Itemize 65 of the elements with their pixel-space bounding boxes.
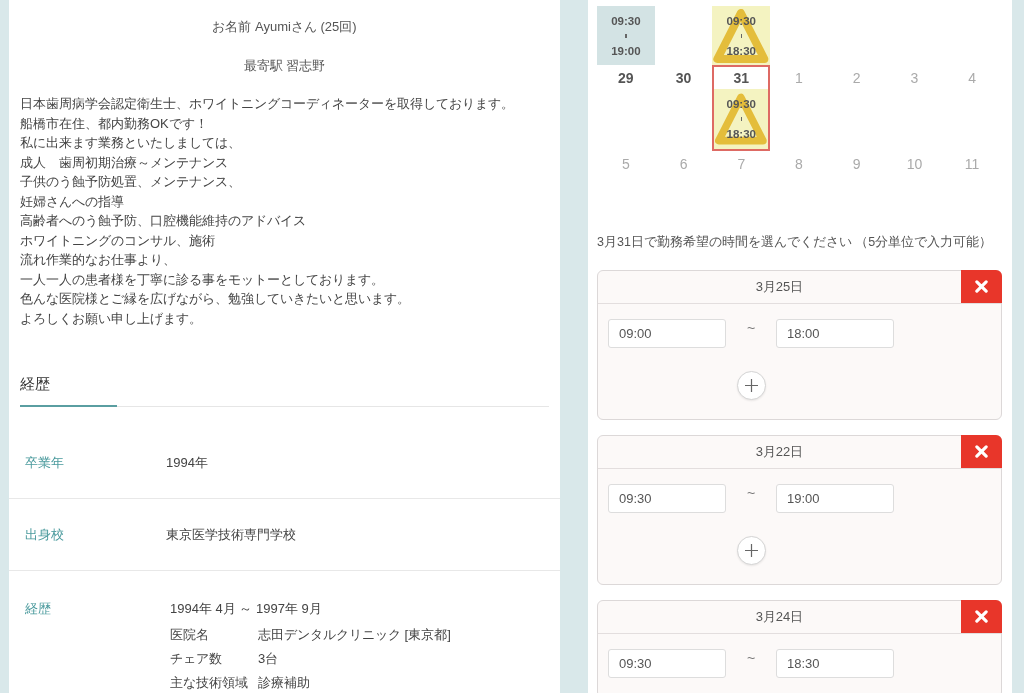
calendar-day[interactable]: 30 <box>654 65 713 151</box>
bio-line: 日本歯周病学会認定衛生士、ホワイトニングコーディネーターを取得しております。 <box>20 95 515 113</box>
career-value: 志田デンタルクリニック [東京都] <box>258 627 451 642</box>
range-separator: ~ <box>745 319 757 338</box>
delete-button[interactable] <box>961 435 1002 468</box>
bio-line: よろしくお願い申し上げます。 <box>20 309 203 328</box>
nearest-station: 最寄駅 習志野 <box>242 57 327 75</box>
bio-line: 私に出来ます業務といたしましては、 <box>20 134 242 152</box>
bio-line: 色んな医院様とご縁を広げながら、勉強していきたいと思います。 <box>20 290 411 308</box>
career-period: 1994年 4月 ～ 1997年 9月 <box>170 600 323 618</box>
day-number: 1 <box>794 69 804 88</box>
time-input[interactable]: 18:00 <box>776 319 894 348</box>
day-number: 29 <box>617 69 635 88</box>
section-tab[interactable]: 経歴 <box>20 373 117 407</box>
detail-label: 出身校 <box>24 525 65 544</box>
career-key: 医院名 <box>170 623 258 647</box>
detail-label: 経歴 <box>24 600 52 618</box>
career-value: 3台 <box>258 651 279 666</box>
calendar-day[interactable]: 29 <box>597 65 655 151</box>
slot-time: 09:30 <box>611 13 641 28</box>
time-input[interactable]: 09:00 <box>608 319 726 348</box>
triangle-icon <box>715 92 768 146</box>
career-value: 診療補助 <box>258 675 310 690</box>
bio-line: 流れ作業的なお仕事より、 <box>20 251 177 269</box>
delete-button[interactable] <box>961 270 1002 303</box>
bio-line: ホワイトニングのコンサル、施術 <box>20 231 216 250</box>
time-input[interactable]: 19:00 <box>776 484 894 513</box>
bio-line: 成人 歯周初期治療～メンテナンス <box>20 153 229 172</box>
plus-icon <box>745 544 758 557</box>
add-time-button[interactable] <box>737 536 766 565</box>
delete-button[interactable] <box>961 600 1002 633</box>
plus-icon <box>745 379 758 392</box>
time-input[interactable]: 09:30 <box>608 649 726 678</box>
day-number: 31 <box>732 69 751 88</box>
detail-label: 卒業年 <box>24 453 65 472</box>
career-key: チェア数 <box>170 647 258 671</box>
day-number: 30 <box>674 69 693 88</box>
range-separator: ~ <box>745 649 757 668</box>
bio-line: 子供のう蝕予防処置、メンテナンス、 <box>20 173 242 191</box>
detail-value: 東京医学技術専門学校 <box>166 525 296 544</box>
triangle-icon <box>713 9 770 63</box>
slot-time: 18:30 <box>726 43 756 58</box>
range-separator: ~ <box>745 484 757 503</box>
bio-line: 船橋市在住、都内勤務OKです！ <box>20 114 209 133</box>
instruction-text: 3月31日で勤務希望の時間を選んでください （5分単位で入力可能） <box>597 234 994 251</box>
card-date: 3月25日 <box>754 278 805 296</box>
card-date: 3月24日 <box>754 608 805 626</box>
career-key: 主な技術領域 <box>170 671 258 693</box>
close-icon <box>975 445 988 458</box>
slot-time: 19:00 <box>611 43 641 58</box>
add-time-button[interactable] <box>737 371 766 400</box>
bio-line: 一人一人の患者様を丁寧に診る事をモットーとしております。 <box>20 270 385 289</box>
time-input[interactable]: 09:30 <box>608 484 726 513</box>
detail-value: 1994年 <box>166 453 208 472</box>
day-number: 2 <box>851 69 862 88</box>
close-icon <box>975 610 988 623</box>
day-number: 4 <box>967 69 978 88</box>
close-icon <box>975 280 988 293</box>
bio-line: 高齢者へのう蝕予防、口腔機能維持のアドバイス <box>20 212 307 230</box>
time-input[interactable]: 18:30 <box>776 649 894 678</box>
profile-name: お名前 Ayumiさん (25回) <box>211 18 358 36</box>
day-number: 3 <box>909 69 920 88</box>
shift-slot[interactable]: 09:30 19:00 <box>597 6 655 65</box>
card-date: 3月22日 <box>754 443 805 461</box>
bio-line: 妊婦さんへの指導 <box>20 192 125 211</box>
